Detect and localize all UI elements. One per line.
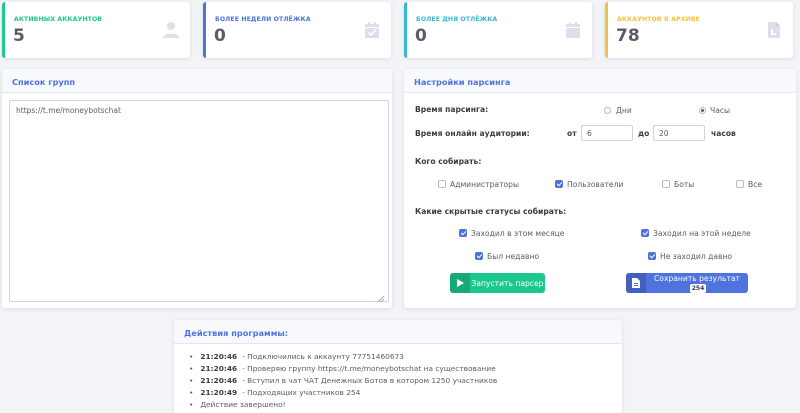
status-month-label[interactable]: Заходил в этом месяце — [471, 229, 564, 238]
stat-value: 5 — [13, 26, 25, 46]
log-text: - Подключились к аккаунту 77751460673 — [242, 352, 404, 361]
file-export-icon — [626, 273, 646, 293]
bots-checkbox[interactable] — [662, 180, 670, 188]
status-recently-checkbox[interactable] — [475, 252, 483, 260]
groups-panel-title: Список групп — [2, 69, 392, 93]
card-accent — [605, 2, 608, 58]
log-entry: 21:20:46 - Проверяю группу https://t.me/m… — [189, 363, 497, 375]
stat-label: БОЛЕЕ ДНЯ ОТЛЁЖКА — [416, 16, 498, 23]
log-time: 21:20:49 — [200, 388, 238, 397]
stat-card-archive: АККАУНТОВ В АРХИВЕ 78 — [605, 2, 793, 58]
log-list: 21:20:46 - Подключились к аккаунту 777514… — [189, 351, 497, 411]
resize-grip-icon[interactable] — [377, 295, 384, 302]
admins-checkbox[interactable] — [438, 180, 446, 188]
status-month-checkbox[interactable] — [459, 229, 467, 237]
log-panel: Действия программы: 21:20:46 - Подключили… — [174, 320, 622, 413]
hours-label[interactable]: Часы — [710, 106, 730, 115]
stat-label: АККАУНТОВ В АРХИВЕ — [617, 16, 700, 23]
run-parser-button[interactable]: Запустить парсер — [450, 273, 545, 293]
online-to-input[interactable] — [653, 125, 705, 141]
log-entry: 21:20:49 - Подходящих участников 254 — [189, 387, 497, 399]
users-checkbox[interactable] — [555, 180, 563, 188]
stat-card-active: АКТИВНЫХ АККАУНТОВ 5 — [2, 2, 190, 58]
card-accent — [2, 2, 5, 58]
status-label: Какие скрытые статусы собирать: — [415, 207, 567, 216]
from-label: от — [567, 129, 577, 138]
settings-panel: Настройки парсинга Время парсинга: Дни Ч… — [404, 69, 796, 308]
log-time: 21:20:46 — [200, 352, 238, 361]
settings-panel-title: Настройки парсинга — [404, 69, 796, 93]
who-label: Кого собирать: — [415, 157, 482, 166]
stat-value: 0 — [214, 26, 226, 46]
log-entry: 21:20:46 - Вступил в чат ЧАТ Денежных Бот… — [189, 375, 497, 387]
all-label[interactable]: Все — [748, 180, 762, 189]
log-entry: 21:20:46 - Подключились к аккаунту 777514… — [189, 351, 497, 363]
stat-card-day: БОЛЕЕ ДНЯ ОТЛЁЖКА 0 — [404, 2, 592, 58]
admins-label[interactable]: Администраторы — [450, 180, 519, 189]
calendar-check-icon — [365, 22, 379, 38]
log-text: - Подходящих участников 254 — [242, 388, 361, 397]
hours-radio[interactable] — [699, 107, 706, 114]
status-long-ago-checkbox[interactable] — [648, 252, 656, 260]
status-week-checkbox[interactable] — [641, 229, 649, 237]
status-recently-label[interactable]: Был недавно — [487, 252, 539, 261]
stat-label: АКТИВНЫХ АККАУНТОВ — [14, 16, 103, 23]
all-checkbox[interactable] — [736, 180, 744, 188]
parse-time-label: Время парсинга: — [415, 105, 489, 114]
stat-value: 0 — [415, 26, 427, 46]
stat-card-week: БОЛЕЕ НЕДЕЛИ ОТЛЁЖКА 0 — [203, 2, 391, 58]
user-icon — [163, 22, 179, 38]
save-count-badge: 254 — [689, 283, 707, 293]
log-text: - Вступил в чат ЧАТ Денежных Ботов в кот… — [242, 376, 498, 385]
log-time: 21:20:46 — [200, 364, 238, 373]
status-week-label[interactable]: Заходил на этой неделе — [653, 229, 751, 238]
groups-panel: Список групп https://t.me/moneybotschat — [2, 69, 392, 308]
users-label[interactable]: Пользователи — [567, 180, 623, 189]
to-label: до — [638, 129, 650, 138]
card-accent — [203, 2, 206, 58]
online-from-input[interactable] — [581, 125, 633, 141]
save-result-text: Сохранить результат — [654, 273, 740, 283]
log-text: - Проверяю группу https://t.me/moneybots… — [242, 364, 496, 373]
play-icon — [450, 273, 470, 293]
days-radio[interactable] — [604, 107, 611, 114]
log-time: 21:20:46 — [200, 376, 238, 385]
file-icon — [768, 22, 780, 38]
groups-textarea[interactable]: https://t.me/moneybotschat — [9, 100, 389, 302]
online-time-label: Время онлайн аудитории: — [415, 129, 530, 138]
save-result-button[interactable]: Сохранить результат254 — [626, 273, 748, 293]
stat-label: БОЛЕЕ НЕДЕЛИ ОТЛЁЖКА — [215, 16, 311, 23]
days-label[interactable]: Дни — [616, 106, 632, 115]
run-parser-label: Запустить парсер — [471, 278, 544, 288]
log-entry: Действие завершено! — [189, 399, 497, 411]
calendar-icon — [566, 22, 580, 38]
log-text: Действие завершено! — [200, 400, 286, 409]
status-long-ago-label[interactable]: Не заходил давно — [660, 252, 732, 261]
stat-value: 78 — [616, 26, 640, 46]
log-panel-title: Действия программы: — [174, 320, 622, 344]
bots-label[interactable]: Боты — [674, 180, 694, 189]
save-result-label: Сохранить результат254 — [646, 274, 748, 293]
card-accent — [404, 2, 407, 58]
hours-suffix: часов — [711, 129, 736, 138]
